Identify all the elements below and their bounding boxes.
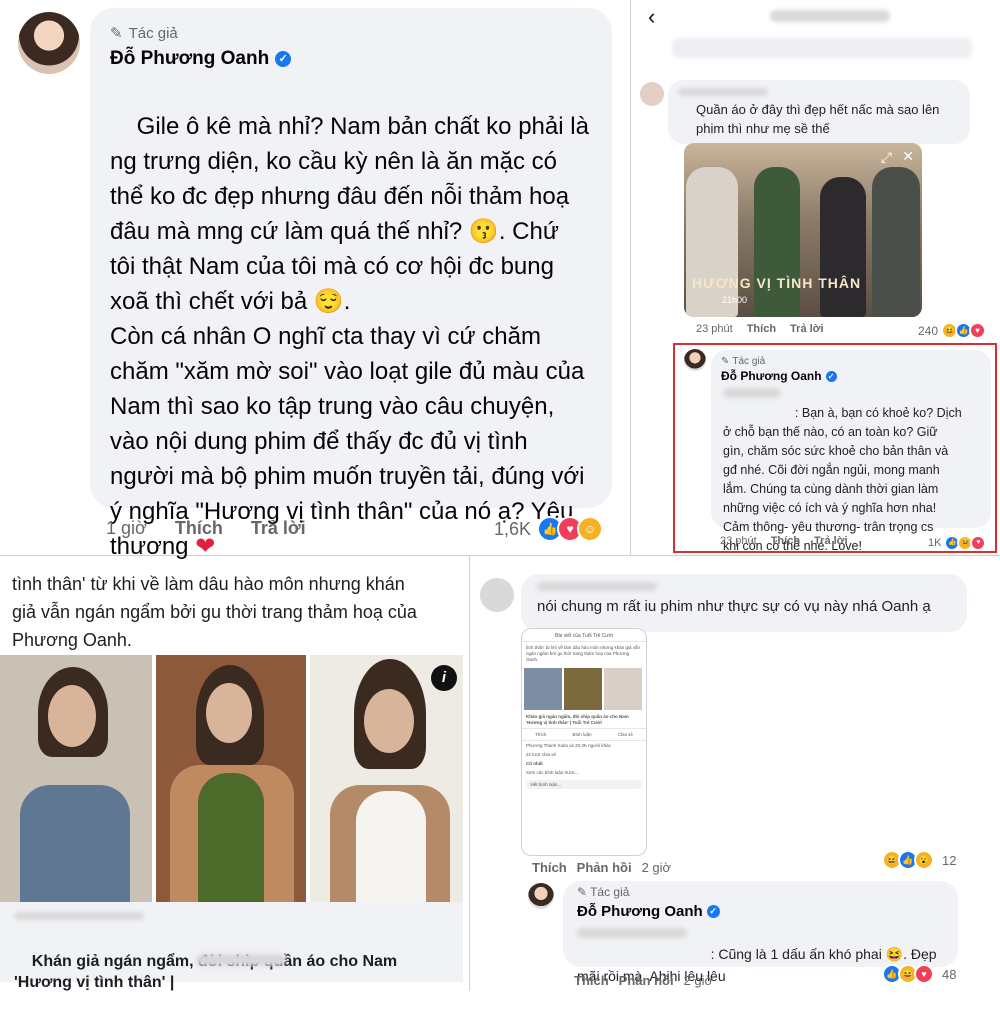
- reaction-count: 48: [942, 966, 957, 982]
- back-arrow-icon[interactable]: ‹: [648, 4, 655, 30]
- reply-bubble: ✎ Tác giả Đỗ Phương Oanh ✓ : Bạn à, bạn …: [711, 350, 991, 553]
- reply-time: 23 phút: [720, 535, 757, 547]
- avatar[interactable]: [640, 82, 664, 106]
- screenshot-reactions: Phương Thanh Xuka và 20,3K người khác: [526, 743, 611, 748]
- avatar[interactable]: [684, 349, 706, 371]
- close-icon[interactable]: ✕: [902, 148, 914, 165]
- blurred-input: [672, 38, 972, 58]
- love-reaction-icon: ♥: [970, 535, 987, 551]
- care-reaction-icon: ☺: [577, 516, 604, 542]
- comment-meta: 1 giờ Thích Trả lời: [106, 518, 306, 539]
- author-name[interactable]: Đỗ Phương Oanh ✓: [110, 48, 292, 70]
- like-button[interactable]: Thích: [574, 973, 609, 988]
- verified-badge-icon: ✓: [825, 370, 837, 382]
- screenshot-more-comments: Xem các bình luận trước...: [526, 770, 580, 775]
- blurred-commenter-name: [537, 582, 657, 591]
- attached-image[interactable]: HƯƠNG VỊ TÌNH THÂN 21h00 ⤢ ✕: [684, 143, 922, 317]
- verified-badge-icon: ✓: [275, 51, 292, 67]
- screenshot-sort: Cũ nhất: [526, 761, 543, 766]
- blurred-header: [770, 10, 890, 22]
- poster-title: HƯƠNG VỊ TÌNH THÂN: [692, 275, 862, 291]
- person-figure: [820, 177, 866, 317]
- reply-button[interactable]: Trả lời: [790, 323, 824, 335]
- article-link-title[interactable]: Khán giả ngán ngẩm, đòi ship quần áo cho…: [14, 930, 454, 1014]
- reply-button[interactable]: Trả lời: [814, 535, 848, 547]
- pencil-icon: ✎: [721, 356, 730, 367]
- screenshot-shares: 22 lượt chia sẻ: [526, 752, 556, 757]
- panel-divider-vertical-top: [630, 0, 631, 555]
- reply-button[interactable]: Phản hồi: [619, 973, 674, 988]
- comment-time: 1 giờ: [106, 518, 147, 538]
- expand-icon[interactable]: ⤢: [881, 149, 892, 166]
- reply-bubble: ✎ Tác giả Đỗ Phương Oanh ✓ : Cũng là 1 d…: [563, 881, 958, 984]
- comment-meta: 23 phút Thích Trả lời: [696, 323, 824, 335]
- blurred-source-name: [196, 954, 286, 966]
- person-figure: [754, 167, 800, 317]
- pencil-icon: ✎: [577, 885, 588, 899]
- blurred-commenter-name: [678, 88, 768, 96]
- wow-reaction-icon: 😮: [914, 850, 934, 870]
- comment-time: 23 phút: [696, 323, 733, 335]
- comment-bubble: Quần áo ở đây thì đẹp hết nấc mà sao lên…: [668, 80, 970, 144]
- avatar[interactable]: [528, 883, 554, 909]
- reply-button[interactable]: Trả lời: [251, 518, 306, 539]
- reaction-summary[interactable]: 240 😆 👍 ♥: [918, 322, 987, 339]
- reaction-count: 1,6K: [494, 518, 532, 539]
- comment-time: 2 giờ: [641, 860, 672, 875]
- avatar[interactable]: [480, 578, 514, 612]
- panel-divider-vertical-bottom: [469, 556, 470, 991]
- love-reaction-icon: ♥: [969, 322, 987, 339]
- reaction-count: 12: [942, 852, 957, 868]
- like-button[interactable]: Thích: [747, 323, 776, 335]
- reaction-summary[interactable]: 1,6K 👍 ♥ ☺: [494, 516, 604, 542]
- screenshot-comment-input: Viết bình luận...: [526, 780, 642, 789]
- blurred-source-url: [14, 912, 144, 920]
- comment-text: nói chung m rất iu phim như thực sự có v…: [537, 598, 931, 615]
- reply-meta: Thích Phản hồi 2 giờ: [574, 973, 713, 988]
- verified-badge-icon: ✓: [706, 905, 720, 918]
- reaction-count: 1K: [928, 537, 942, 549]
- screenshot-action-bar: Thích Bình luận Chia sẻ: [522, 728, 646, 741]
- article-link-caption[interactable]: Khán giả ngán ngẩm, đòi ship quần áo cho…: [0, 902, 463, 991]
- person-figure: [872, 167, 920, 317]
- pencil-icon: ✎: [110, 25, 123, 42]
- reaction-summary[interactable]: 👍 😆 ♥ 48: [882, 964, 956, 984]
- comment-meta: Thích Phản hồi 2 giờ: [532, 860, 671, 875]
- attached-screenshot[interactable]: Bài viết của Tuổi Trẻ Cười tình thân' từ…: [521, 628, 647, 856]
- comment-bubble: ✎ Tác giả Đỗ Phương Oanh ✓ Gile ô kê mà …: [90, 8, 612, 560]
- reaction-summary[interactable]: 1K 👍 😆 ♥: [928, 535, 987, 551]
- reply-button[interactable]: Phản hồi: [577, 860, 632, 875]
- article-image-collage[interactable]: i: [0, 655, 463, 902]
- like-button[interactable]: Thích: [771, 535, 800, 547]
- screenshot-caption: Khán giả ngán ngẩm, đòi ship quần áo cho…: [526, 714, 629, 725]
- article-photo: i: [310, 655, 463, 902]
- author-tag: ✎ Tác giả: [110, 24, 178, 43]
- poster-time: 21h00: [722, 295, 748, 305]
- author-tag: ✎ Tác giả: [577, 885, 630, 899]
- screenshot-header: Bài viết của Tuổi Trẻ Cười: [522, 629, 646, 642]
- article-photo: [0, 655, 152, 902]
- info-icon[interactable]: i: [431, 665, 457, 691]
- comment-text: Quần áo ở đây thì đẹp hết nấc mà sao lên…: [696, 102, 940, 136]
- author-name[interactable]: Đỗ Phương Oanh ✓: [721, 369, 837, 383]
- author-name[interactable]: Đỗ Phương Oanh ✓: [577, 903, 720, 920]
- article-photo: [156, 655, 306, 902]
- reply-time: 2 giờ: [683, 973, 714, 988]
- author-tag: ✎ Tác giả: [721, 356, 766, 367]
- reaction-count: 240: [918, 323, 939, 338]
- like-button[interactable]: Thích: [175, 518, 223, 539]
- reply-meta: 23 phút Thích Trả lời: [720, 535, 848, 547]
- love-reaction-icon: ♥: [914, 964, 934, 984]
- like-button[interactable]: Thích: [532, 860, 567, 875]
- reaction-summary[interactable]: 😆 👍 😮 12: [882, 850, 956, 870]
- screenshot-body-text: tình thân' từ khi về làm dâu hào môn như…: [526, 645, 640, 662]
- comment-bubble: nói chung m rất iu phim như thực sự có v…: [521, 574, 967, 632]
- article-headline: tình thân' từ khi về làm dâu hào môn như…: [12, 574, 417, 650]
- avatar[interactable]: [18, 12, 80, 74]
- screenshot-photos: [524, 668, 644, 710]
